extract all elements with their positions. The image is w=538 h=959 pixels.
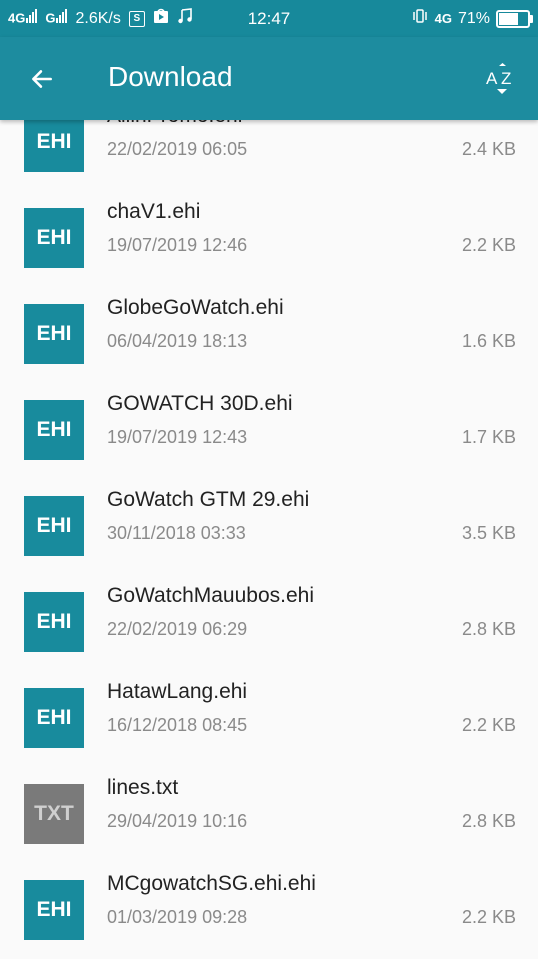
file-name: GOWATCH 30D.ehi xyxy=(107,392,293,415)
music-icon xyxy=(177,8,193,29)
status-left: 4G G 2.6K/s S xyxy=(0,8,193,29)
file-row[interactable]: EHI AllinPromo.ehi 22/02/2019 06:05 2.4 KB xyxy=(0,120,538,190)
back-button[interactable] xyxy=(22,59,62,99)
battery-percent: 71% xyxy=(457,9,490,27)
sort-az-icon: A Z xyxy=(486,63,511,94)
file-name: MCgowatchSG.ehi.ehi xyxy=(107,872,316,895)
file-row[interactable]: EHI GlobeGoWatch.ehi 06/04/2019 18:13 1.6 K… xyxy=(0,286,538,382)
ehi-file-icon: EHI xyxy=(24,120,84,172)
ehi-file-icon: EHI xyxy=(24,688,84,748)
sort-a-glyph: A xyxy=(486,69,498,88)
status-bar: 4G G 2.6K/s S 12:47 4G 71% xyxy=(0,0,538,37)
page-title: Download xyxy=(108,61,233,92)
file-row[interactable]: EHI GoWatchMauubos.ehi 22/02/2019 06:29 2.8… xyxy=(0,574,538,670)
file-name: GoWatchMauubos.ehi xyxy=(107,584,314,607)
file-size: 1.6 KB xyxy=(461,331,516,351)
ehi-file-icon: EHI xyxy=(24,208,84,268)
file-row[interactable]: EHI GoWatch GTM 29.ehi 30/11/2018 03:33 3.5… xyxy=(0,478,538,574)
ehi-file-icon: EHI xyxy=(24,880,84,940)
network-type: 4G xyxy=(434,11,452,26)
file-date: 01/03/2019 09:28 xyxy=(107,907,248,927)
file-date: 22/02/2019 06:29 xyxy=(107,619,248,639)
signal-icon xyxy=(25,9,38,28)
file-row[interactable]: EHI GOWATCH 30D.ehi 19/07/2019 12:43 1.7 KB xyxy=(0,382,538,478)
file-size: 2.2 KB xyxy=(461,907,516,927)
file-name: lines.txt xyxy=(107,776,179,799)
file-size: 2.8 KB xyxy=(461,811,516,831)
file-date: 06/04/2019 18:13 xyxy=(107,331,248,351)
battery-fill xyxy=(499,12,519,25)
file-name: GlobeGoWatch.ehi xyxy=(107,296,284,319)
battery-icon xyxy=(496,9,533,28)
file-date: 19/07/2019 12:46 xyxy=(107,235,248,255)
file-date: 16/12/2018 08:45 xyxy=(107,715,248,735)
signal-icon xyxy=(55,9,68,28)
file-name: chaV1.ehi xyxy=(107,200,201,223)
play-store-icon xyxy=(153,8,169,29)
vibrate-icon xyxy=(411,8,429,29)
file-size: 3.5 KB xyxy=(461,523,516,543)
file-size: 2.2 KB xyxy=(461,235,516,255)
file-row[interactable]: EHI HatawLang.ehi 16/12/2018 08:45 2.2 KB xyxy=(0,670,538,766)
file-size: 2.4 KB xyxy=(461,139,516,159)
file-list: EHIAllinPromo.ehi22/02/2019 06:052.4 KBE… xyxy=(0,120,538,959)
sim1-signal: 4G xyxy=(8,9,38,28)
file-row[interactable]: EHI MCgowatchSG.ehi.ehi 01/03/2019 09:28 2.… xyxy=(0,862,538,958)
txt-file-icon: TXT xyxy=(24,784,84,844)
ehi-file-icon: EHI xyxy=(24,400,84,460)
file-size: 1.7 KB xyxy=(461,427,516,447)
file-date: 30/11/2018 03:33 xyxy=(107,523,246,543)
status-right: 4G 71% xyxy=(411,8,538,29)
app-bar: Download A Z xyxy=(0,37,538,120)
network-speed: 2.6K/s xyxy=(75,9,121,27)
file-name: HatawLang.ehi xyxy=(107,680,248,703)
sim2-signal: G xyxy=(45,9,68,28)
ehi-file-icon: EHI xyxy=(24,304,84,364)
arrow-left-icon xyxy=(32,70,52,88)
file-date: 19/07/2019 12:43 xyxy=(107,427,248,447)
sim2-label: G xyxy=(45,10,56,26)
file-size: 2.2 KB xyxy=(461,715,516,735)
file-date: 29/04/2019 10:16 xyxy=(107,811,248,831)
sim1-label: 4G xyxy=(8,10,26,26)
file-name: AllinPromo.ehi xyxy=(107,120,242,128)
ehi-file-icon: EHI xyxy=(24,496,84,556)
file-date: 22/02/2019 06:05 xyxy=(107,139,248,159)
file-name: GoWatch GTM 29.ehi xyxy=(107,488,310,511)
ehi-file-icon: EHI xyxy=(24,592,84,652)
file-row[interactable]: EHI chaV1.ehi 19/07/2019 12:46 2.2 KB xyxy=(0,190,538,286)
file-row[interactable]: TXT lines.txt 29/04/2019 10:16 2.8 KB xyxy=(0,766,538,862)
s-app-icon: S xyxy=(128,10,145,27)
sort-button[interactable]: A Z xyxy=(482,59,522,99)
file-size: 2.8 KB xyxy=(461,619,516,639)
sort-z-glyph: Z xyxy=(501,69,511,88)
